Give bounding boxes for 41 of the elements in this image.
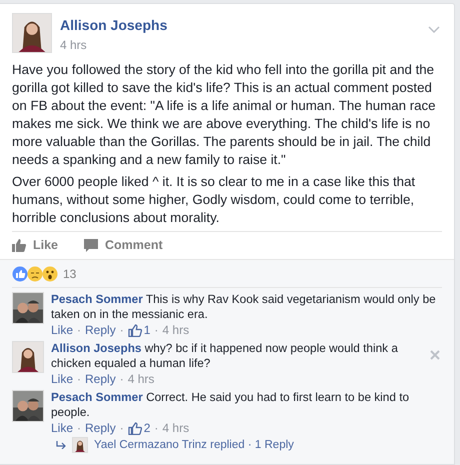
reaction-count[interactable]: 13 [63,267,76,281]
comment-text: Pesach Sommer This is why Rav Kook said vegetarianism would only be taken on in the messianic era. [51,292,437,321]
reply-link[interactable]: Reply [85,421,116,435]
like-link[interactable]: Like [51,421,74,435]
post-text: Have you followed the story of the kid who fell into the gorilla pit and the gorilla got killed to save the kid's life? This is an actual comment posted on FB about the event: "A life is a life animal or human. The human race makes me sick. We think we are above everything. The child's life is no more valuable than the Gorillas. The parents should be in jail. The child needs a spanking and a new family to raise it." [12,61,437,169]
author-link[interactable]: Pesach Sommer [51,292,143,306]
separator-dot: · [77,323,82,337]
comment-time[interactable]: 4 hrs [162,323,190,337]
separator-dot: · [77,372,82,386]
like-count[interactable]: 2 [128,421,150,435]
separator-dot: · [120,421,124,435]
like-link[interactable]: Like [51,372,74,386]
thumbs-up-icon [128,422,142,434]
author-name[interactable]: Allison Josephs [60,17,168,33]
comment-time[interactable]: 4 hrs [162,421,190,435]
separator-dot: · [120,372,124,386]
replies-link[interactable]: Yael Cermazano Trinz replied · 1 Reply [94,438,294,452]
comment-icon [84,238,98,252]
chevron-down-icon[interactable] [428,26,440,33]
post-text: Over 6000 people liked ^ it. It is so clear to me in a case like this that humans, without some higher, Godly wisdom, could come to terrible, horrible conclusions about morality. [12,173,416,227]
separator-dot: · [154,323,158,337]
comment-text: Allison Josephs why? bc if it happened now people would think a chicken equaled a human life? [51,341,399,370]
reaction-icons[interactable] [12,266,58,282]
separator-dot: · [120,323,124,337]
separator-dot: · [154,421,158,435]
post-time[interactable]: 4 hrs [60,38,168,52]
like-link[interactable]: Like [51,323,74,337]
reply-link[interactable]: Reply [85,372,116,386]
comment-time[interactable]: 4 hrs [128,372,154,386]
author-link[interactable]: Pesach Sommer [51,390,143,404]
comment-text: Pesach Sommer Correct. He said you had to first learn to be kind to people. [51,390,410,419]
thumbs-up-icon [128,324,142,336]
like-button[interactable]: Like [12,235,58,255]
author-link[interactable]: Allison Josephs [51,341,142,355]
like-count[interactable]: 1 [128,323,150,337]
reply-link[interactable]: Reply [85,323,116,337]
like-icon [12,238,26,252]
close-icon[interactable] [430,350,440,360]
reply-arrow-icon [56,441,66,449]
separator-dot: · [77,421,82,435]
comment-button[interactable]: Comment [84,235,163,255]
